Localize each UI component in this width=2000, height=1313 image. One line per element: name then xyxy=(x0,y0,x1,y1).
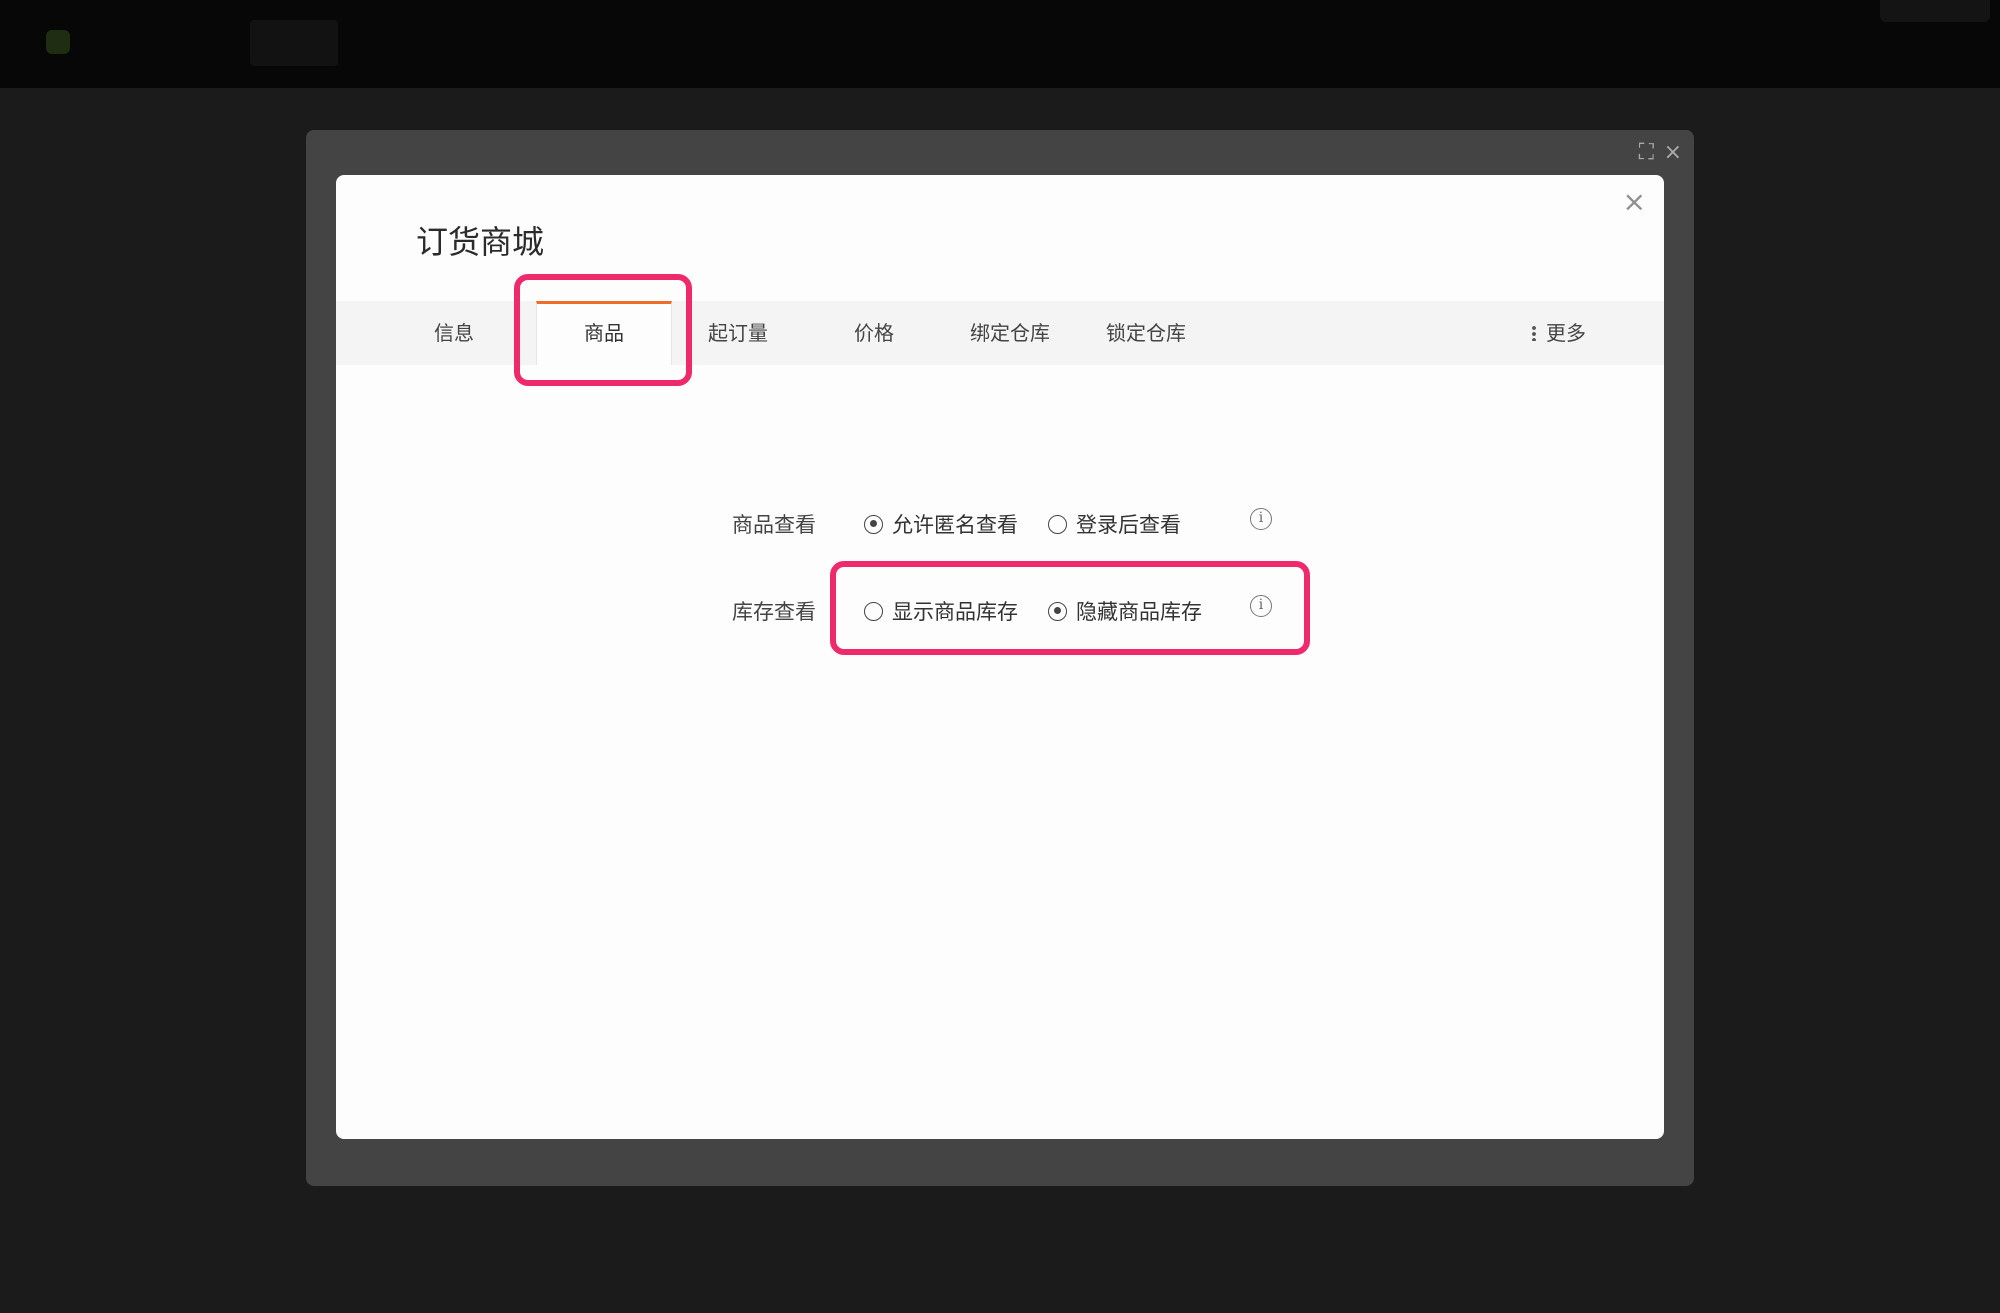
radio-circle-checked xyxy=(864,514,883,534)
product-view-row: 商品查看 允许匿名查看 登录后查看 i xyxy=(336,503,1664,543)
more-label: 更多 xyxy=(1546,321,1586,345)
radio-allow-anonymous[interactable]: 允许匿名查看 xyxy=(864,509,1018,539)
more-dots-icon xyxy=(1532,324,1536,341)
radio-login-required[interactable]: 登录后查看 xyxy=(1048,509,1181,539)
tab-bind-warehouse[interactable]: 绑定仓库 xyxy=(948,301,1072,365)
stock-view-row: 库存查看 显示商品库存 隐藏商品库存 i xyxy=(336,590,1664,630)
radio-label: 登录后查看 xyxy=(1076,513,1181,537)
app-logo xyxy=(46,30,70,54)
nav-active-placeholder xyxy=(250,20,338,66)
radio-show-stock[interactable]: 显示商品库存 xyxy=(864,596,1018,626)
stock-view-label: 库存查看 xyxy=(732,600,816,624)
more-menu[interactable]: 更多 xyxy=(1532,301,1586,365)
tab-bar: 信息 商品 起订量 价格 绑定仓库 锁定仓库 更多 xyxy=(336,301,1664,365)
radio-circle xyxy=(864,601,883,621)
app-topbar xyxy=(0,0,2000,88)
radio-label: 允许匿名查看 xyxy=(892,513,1018,537)
tab-lock-warehouse[interactable]: 锁定仓库 xyxy=(1084,301,1208,365)
tab-min-order[interactable]: 起订量 xyxy=(676,301,800,365)
radio-label: 显示商品库存 xyxy=(892,600,1018,624)
close-icon[interactable]: × xyxy=(1623,185,1646,218)
info-icon[interactable]: i xyxy=(1250,595,1272,617)
dialog-title: 订货商城 xyxy=(416,223,545,261)
outer-close-icon[interactable]: × xyxy=(1664,140,1682,165)
radio-label: 隐藏商品库存 xyxy=(1076,600,1202,624)
window-controls xyxy=(1880,0,1990,22)
radio-circle xyxy=(1048,514,1067,534)
radio-hide-stock[interactable]: 隐藏商品库存 xyxy=(1048,596,1202,626)
tab-products[interactable]: 商品 xyxy=(536,301,672,365)
tab-info[interactable]: 信息 xyxy=(394,301,514,365)
order-mall-dialog: × 订货商城 信息 商品 起订量 价格 绑定仓库 锁定仓库 更多 商品查看 允许… xyxy=(336,175,1664,1139)
product-view-label: 商品查看 xyxy=(732,513,816,537)
info-icon[interactable]: i xyxy=(1250,508,1272,530)
fullscreen-icon[interactable]: ⛶ xyxy=(1639,140,1654,165)
tab-price[interactable]: 价格 xyxy=(812,301,936,365)
radio-circle-checked xyxy=(1048,601,1067,621)
